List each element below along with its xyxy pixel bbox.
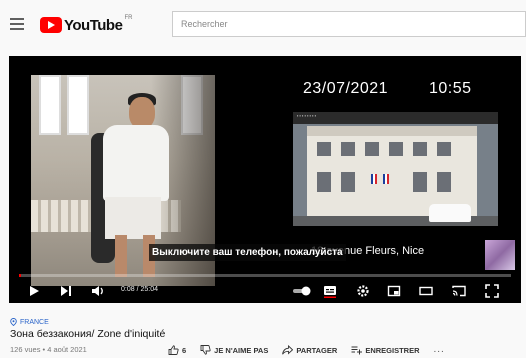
channel-tag[interactable]: FRANCE	[10, 318, 49, 326]
play-icon[interactable]	[27, 284, 41, 298]
time-display: 0:08 / 25:04	[121, 286, 158, 293]
video-actions: 6 JE N'AIME PAS PARTAGER ENREGISTRER ...	[168, 343, 445, 357]
video-meta: 126 vues • 4 août 2021	[10, 345, 87, 354]
overlay-date: 23/07/2021	[303, 80, 389, 97]
share-label: PARTAGER	[296, 345, 338, 355]
save-label: ENREGISTRER	[365, 345, 420, 355]
playlist-add-icon	[351, 346, 363, 355]
save-button[interactable]: ENREGISTRER	[351, 345, 420, 355]
search-input[interactable]	[173, 12, 525, 36]
video-title: Зона беззакония/ Zone d'iniquité	[10, 328, 166, 340]
player-controls: 0:08 / 25:04	[9, 278, 521, 303]
corner-thumbnail	[485, 240, 515, 270]
overlay-time: 10:55	[429, 80, 472, 97]
dislike-button[interactable]: JE N'AIME PAS	[200, 345, 268, 355]
theater-mode-icon[interactable]	[419, 284, 433, 298]
fullscreen-icon[interactable]	[485, 284, 499, 298]
more-actions-icon[interactable]: ...	[434, 345, 445, 355]
miniplayer-icon[interactable]	[387, 284, 401, 298]
menu-icon[interactable]	[10, 18, 24, 30]
progress-bar[interactable]	[19, 274, 511, 277]
dislike-label: JE N'AIME PAS	[214, 345, 269, 355]
cast-icon[interactable]	[452, 284, 466, 298]
settings-gear-icon[interactable]	[356, 284, 370, 298]
share-button[interactable]: PARTAGER	[282, 345, 337, 355]
thumbs-up-icon	[168, 345, 179, 355]
search-box	[172, 11, 526, 37]
thumbs-down-icon	[200, 345, 211, 355]
youtube-logo[interactable]: YouTube FR	[40, 15, 132, 35]
video-player[interactable]: ▪ ▪ ▪ ▪ ▪ ▪ ▪ ▪ 23/07/2021 10:55 10 aven…	[9, 56, 521, 303]
logo-text: YouTube	[64, 16, 123, 34]
autoplay-toggle-icon[interactable]	[292, 284, 312, 298]
next-icon[interactable]	[59, 284, 73, 298]
subtitles-icon[interactable]	[323, 284, 337, 298]
masthead: YouTube FR	[0, 0, 526, 50]
logo-region: FR	[124, 15, 133, 21]
share-icon	[282, 345, 294, 355]
youtube-play-icon	[40, 17, 62, 33]
like-count: 6	[182, 345, 187, 355]
video-scene-right: ▪ ▪ ▪ ▪ ▪ ▪ ▪ ▪	[293, 112, 498, 226]
progress-played	[19, 274, 22, 277]
volume-icon[interactable]	[91, 284, 105, 298]
channel-label: FRANCE	[20, 318, 49, 326]
caption-text: Выключите ваш телефон, пожалуйста	[149, 244, 346, 261]
location-pin-icon	[10, 318, 17, 326]
like-button[interactable]: 6	[168, 345, 186, 355]
